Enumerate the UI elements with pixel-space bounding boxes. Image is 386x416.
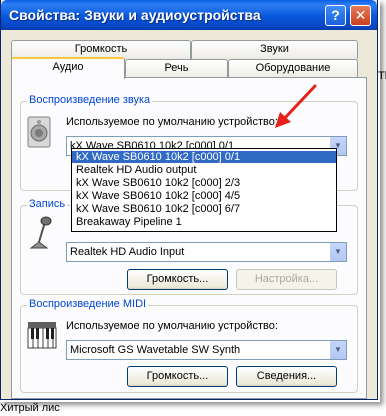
playback-device-dropdown-list[interactable]: kX Wave SB0610 10k2 [c000] 0/1 Realtek H… — [71, 148, 337, 232]
dropdown-option[interactable]: Realtek HD Audio output — [72, 164, 336, 176]
midi-volume-button[interactable]: Громкость... — [127, 366, 228, 387]
playback-default-label: Используемое по умолчанию устройство: — [66, 116, 278, 128]
speaker-icon — [27, 116, 55, 153]
clipped-caption-text: Хитрый лис — [0, 402, 60, 414]
tab-audio[interactable]: Аудио — [11, 57, 125, 79]
properties-dialog: Свойства: Звуки и аудиоустройства ? ✕ Гр… — [0, 0, 378, 400]
window-title: Свойства: Звуки и аудиоустройства — [9, 7, 261, 23]
clipped-background-text: Th — [378, 70, 386, 82]
dropdown-option[interactable]: Breakaway Pipeline 1 — [72, 216, 336, 228]
recording-selected-value: Realtek HD Audio Input — [70, 246, 185, 258]
help-button[interactable]: ? — [325, 5, 346, 26]
midi-group-title: Воспроизведение MIDI — [27, 298, 149, 310]
tab-speech[interactable]: Речь — [125, 59, 228, 78]
annotation-arrow-icon — [275, 84, 317, 128]
midi-default-label: Используемое по умолчанию устройство: — [66, 320, 278, 332]
midi-selected-value: Microsoft GS Wavetable SW Synth — [70, 344, 241, 356]
recording-group-title: Запись — [27, 198, 68, 210]
recording-settings-button: Настройка... — [236, 269, 337, 290]
midi-group: Воспроизведение MIDI Используемое по умо… — [20, 298, 358, 393]
dropdown-option[interactable]: kX Wave SB0610 10k2 [c000] 6/7 — [72, 203, 336, 215]
microphone-icon — [27, 216, 57, 253]
piano-keyboard-icon — [27, 320, 57, 353]
dropdown-option[interactable]: kX Wave SB0610 10k2 [c000] 0/1 — [72, 151, 336, 163]
midi-device-select[interactable]: Microsoft GS Wavetable SW Synth ▼ — [66, 340, 347, 360]
title-bar[interactable]: Свойства: Звуки и аудиоустройства ? ✕ — [1, 0, 377, 30]
dropdown-option[interactable]: kX Wave SB0610 10k2 [c000] 2/3 — [72, 177, 336, 189]
dropdown-option[interactable]: kX Wave SB0610 10k2 [c000] 4/5 — [72, 190, 336, 202]
chevron-down-icon[interactable]: ▼ — [329, 341, 346, 359]
tab-hardware[interactable]: Оборудование — [228, 59, 358, 78]
playback-group-title: Воспроизведение звука — [27, 94, 153, 106]
close-button[interactable]: ✕ — [350, 5, 371, 26]
tab-sounds[interactable]: Звуки — [191, 40, 358, 59]
midi-details-button[interactable]: Сведения... — [236, 366, 337, 387]
chevron-down-icon[interactable]: ▼ — [329, 243, 346, 261]
recording-device-select[interactable]: Realtek HD Audio Input ▼ — [66, 242, 347, 262]
recording-volume-button[interactable]: Громкость... — [127, 269, 228, 290]
